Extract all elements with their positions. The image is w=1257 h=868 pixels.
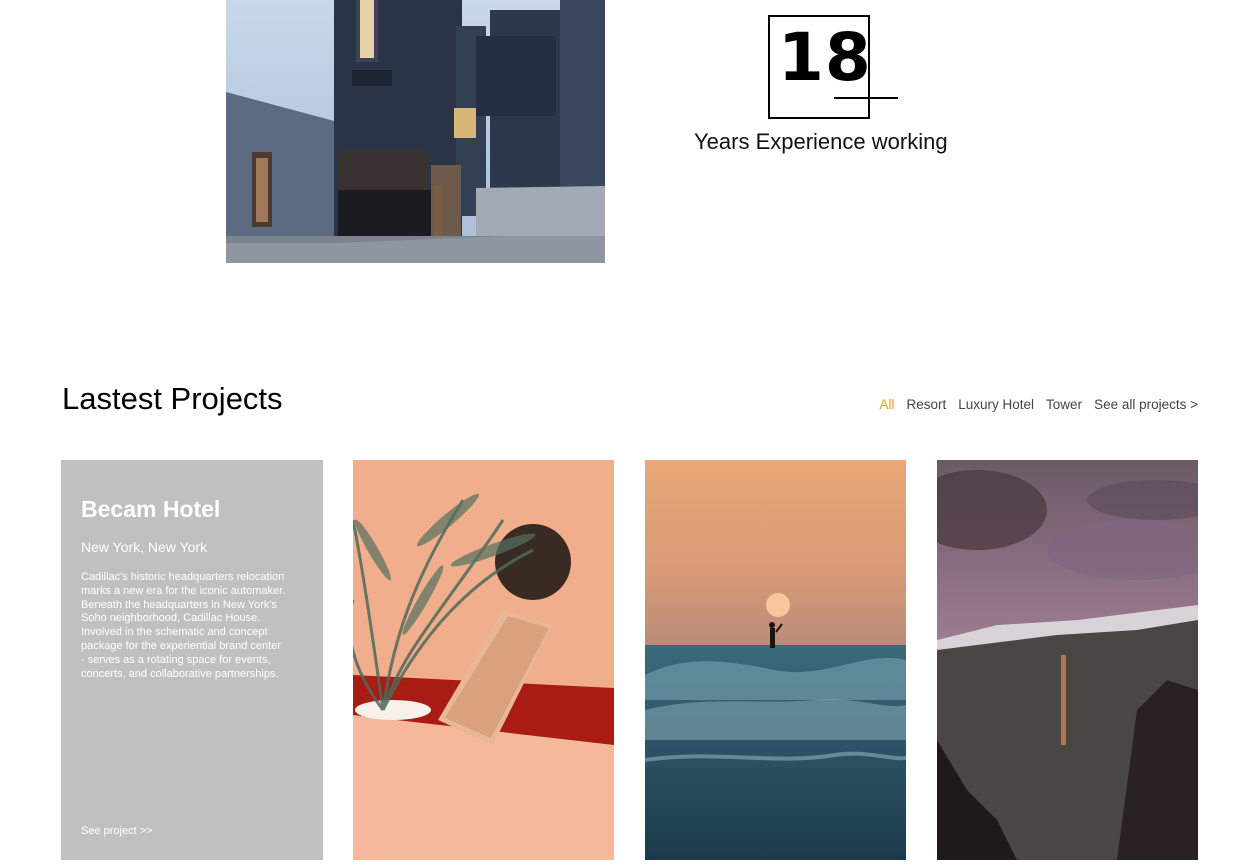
filter-tower[interactable]: Tower bbox=[1046, 397, 1082, 412]
see-all-projects-link[interactable]: See all projects > bbox=[1094, 397, 1198, 412]
section-title: Lastest Projects bbox=[62, 381, 283, 416]
filter-all[interactable]: All bbox=[879, 397, 894, 412]
building-photo bbox=[226, 0, 605, 263]
project-card-image[interactable] bbox=[645, 460, 906, 860]
project-description: Cadillac's historic headquarters relocat… bbox=[81, 571, 286, 680]
project-card-featured[interactable]: Becam Hotel New York, New York Cadillac'… bbox=[61, 460, 323, 860]
project-card-image[interactable] bbox=[937, 460, 1198, 860]
filter-resort[interactable]: Resort bbox=[906, 397, 946, 412]
project-location: New York, New York bbox=[81, 539, 208, 555]
experience-accent-line bbox=[834, 97, 898, 99]
project-title: Becam Hotel bbox=[81, 496, 221, 522]
see-project-link[interactable]: See project >> bbox=[81, 825, 153, 837]
experience-caption: Years Experience working bbox=[694, 129, 948, 154]
project-card-image[interactable] bbox=[353, 460, 614, 860]
experience-number: 18 bbox=[778, 19, 872, 96]
project-filters: All Resort Luxury Hotel Tower See all pr… bbox=[879, 397, 1198, 412]
filter-luxury-hotel[interactable]: Luxury Hotel bbox=[958, 397, 1034, 412]
